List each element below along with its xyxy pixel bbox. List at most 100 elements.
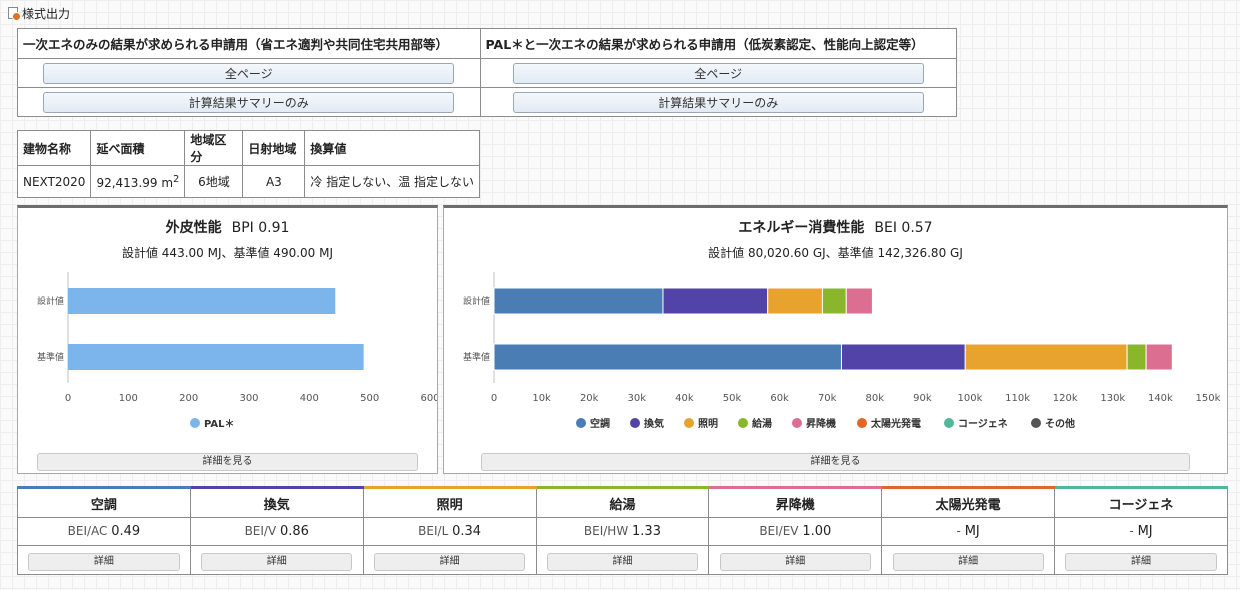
legend-marker: [944, 418, 954, 428]
x-tick-label: 110k: [1005, 393, 1030, 404]
bar-segment: [68, 344, 364, 370]
category-value-label: BEI/HW: [583, 524, 629, 538]
x-tick-label: 400: [300, 393, 319, 404]
energy-all-pages-button[interactable]: 全ページ: [43, 62, 455, 84]
category-value: - MJ: [881, 517, 1056, 546]
category-table: 空調 換気 照明 給湯 昇降機 太陽光発電 コージェネ BEI/AC 0.49 BEI/V 0…: [17, 486, 1228, 575]
x-tick-label: 10k: [532, 393, 551, 404]
legend-label: コージェネ: [958, 418, 1008, 430]
pal-all-pages-button[interactable]: 全ページ: [512, 62, 924, 84]
category-value-number: 0.34: [452, 524, 482, 539]
category-value-number: 0.86: [280, 524, 309, 539]
x-tick-label: 70k: [818, 393, 837, 404]
bar-segment: [1126, 343, 1147, 371]
bar-segment: [1145, 343, 1173, 371]
bpi-detail-button[interactable]: 詳細を見る: [37, 453, 418, 471]
legend-marker: [857, 418, 867, 428]
bei-chart: 設計値基準値 0 10k 20k 30k 40k 50k 60k 70k 80k 90k 100k 11…: [463, 272, 1221, 430]
category-value-label: BEI/AC: [67, 524, 108, 538]
bar-segment: [493, 287, 664, 315]
x-tick-label: 200: [179, 393, 198, 404]
legend-label: 昇降機: [806, 417, 836, 430]
category-value-number: 1.00: [802, 524, 832, 539]
category-detail-button[interactable]: 詳細: [719, 553, 871, 571]
bar-segment: [964, 343, 1128, 371]
x-tick-label: 30k: [628, 393, 647, 404]
category-detail-button[interactable]: 詳細: [374, 553, 526, 571]
conversion-header: 換算値: [304, 130, 481, 166]
x-tick-label: 60k: [770, 393, 789, 404]
category-detail-button[interactable]: 詳細: [201, 553, 353, 571]
x-tick-label: 140k: [1148, 393, 1173, 404]
category-detail-cell: 詳細: [189, 545, 364, 575]
category-detail-button[interactable]: 詳細: [546, 553, 699, 571]
floor-area-unit-sup: 2: [173, 173, 180, 185]
category-value: BEI/HW 1.33: [535, 517, 710, 546]
energy-summary-button[interactable]: 計算結果サマリーのみ: [43, 91, 455, 113]
bar-segment: [493, 343, 842, 371]
conversion-value: 冷 指定しない、温 指定しない: [304, 165, 481, 198]
legend-label: 給湯: [752, 417, 772, 430]
category-header: 換気: [189, 486, 364, 518]
floor-area-header: 延べ面積: [90, 130, 186, 166]
bpi-panel: 外皮性能 BPI 0.91 設計値 443.00 MJ、基準値 490.00 MJ…: [17, 205, 438, 474]
legend-marker: [630, 418, 640, 428]
category-value-label: BEI/EV: [759, 524, 799, 538]
legend-label: 太陽光発電: [870, 417, 921, 430]
category-value-label: BEI/L: [418, 524, 449, 538]
x-tick-label: 40k: [675, 393, 694, 404]
category-detail-cell: 詳細: [362, 545, 537, 575]
document-export-icon: [8, 7, 21, 21]
x-tick-label: 100k: [958, 393, 983, 404]
category-value: BEI/L 0.34: [362, 517, 537, 546]
category-value-label: -: [956, 524, 961, 538]
pal-summary-button[interactable]: 計算結果サマリーのみ: [512, 91, 924, 113]
category-detail-button[interactable]: 詳細: [28, 553, 180, 571]
page-title: 様式出力: [22, 6, 71, 21]
category-header: 太陽光発電: [881, 486, 1056, 518]
x-tick-label: 90k: [913, 393, 932, 404]
category-detail-cell: 詳細: [1054, 545, 1228, 575]
category-value-number: MJ: [964, 524, 980, 539]
x-tick-label: 0: [65, 393, 71, 404]
x-tick-label: 150k: [1196, 393, 1221, 404]
region-header: 地域区分: [184, 130, 244, 166]
category-detail-button[interactable]: 詳細: [892, 553, 1044, 571]
category-detail-cell: 詳細: [881, 545, 1056, 575]
bar-segment: [767, 287, 823, 315]
solar-region: A3: [242, 165, 306, 198]
category-value-number: 0.49: [111, 524, 141, 539]
bar-segment: [662, 287, 769, 315]
building-info-table: 建物名称 延べ面積 地域区分 日射地域 換算値 NEXT2020 92,413.…: [16, 130, 481, 198]
category-label: 設計値: [463, 295, 490, 307]
bpi-chart: 設計値基準値 0 100 200 300 400 500 600 PAL＊: [37, 272, 437, 430]
region: 6地域: [184, 165, 244, 198]
x-tick-label: 0: [491, 393, 497, 404]
category-detail-button[interactable]: 詳細: [1065, 553, 1217, 571]
x-tick-label: 500: [360, 393, 379, 404]
category-header: 給湯: [535, 486, 710, 518]
category-label: 基準値: [37, 351, 64, 363]
category-value-label: BEI/V: [244, 524, 277, 538]
category-label: 基準値: [463, 351, 490, 363]
floor-area: 92,413.99 m2: [90, 165, 186, 198]
legend-marker: [1031, 418, 1041, 428]
x-tick-label: 120k: [1053, 393, 1078, 404]
bar-segment: [840, 343, 966, 371]
category-header: 昇降機: [708, 486, 883, 518]
category-header: 照明: [362, 486, 537, 518]
legend-marker: [684, 418, 694, 428]
x-tick-label: 100: [119, 393, 138, 404]
x-tick-label: 50k: [723, 393, 742, 404]
legend-label: PAL＊: [204, 418, 235, 430]
x-tick-label: 300: [239, 393, 258, 404]
legend-label: 換気: [644, 417, 664, 430]
category-header: コージェネ: [1054, 486, 1228, 518]
format-col1-header: 一次エネのみの結果が求められる申請用（省エネ適判や共同住宅共用部等）: [17, 28, 481, 59]
building-name-header: 建物名称: [16, 130, 92, 166]
category-value: - MJ: [1054, 517, 1228, 546]
bar-segment: [821, 287, 847, 315]
x-tick-label: 130k: [1100, 393, 1125, 404]
legend-marker: [792, 418, 802, 428]
bei-detail-button[interactable]: 詳細を見る: [481, 453, 1190, 471]
